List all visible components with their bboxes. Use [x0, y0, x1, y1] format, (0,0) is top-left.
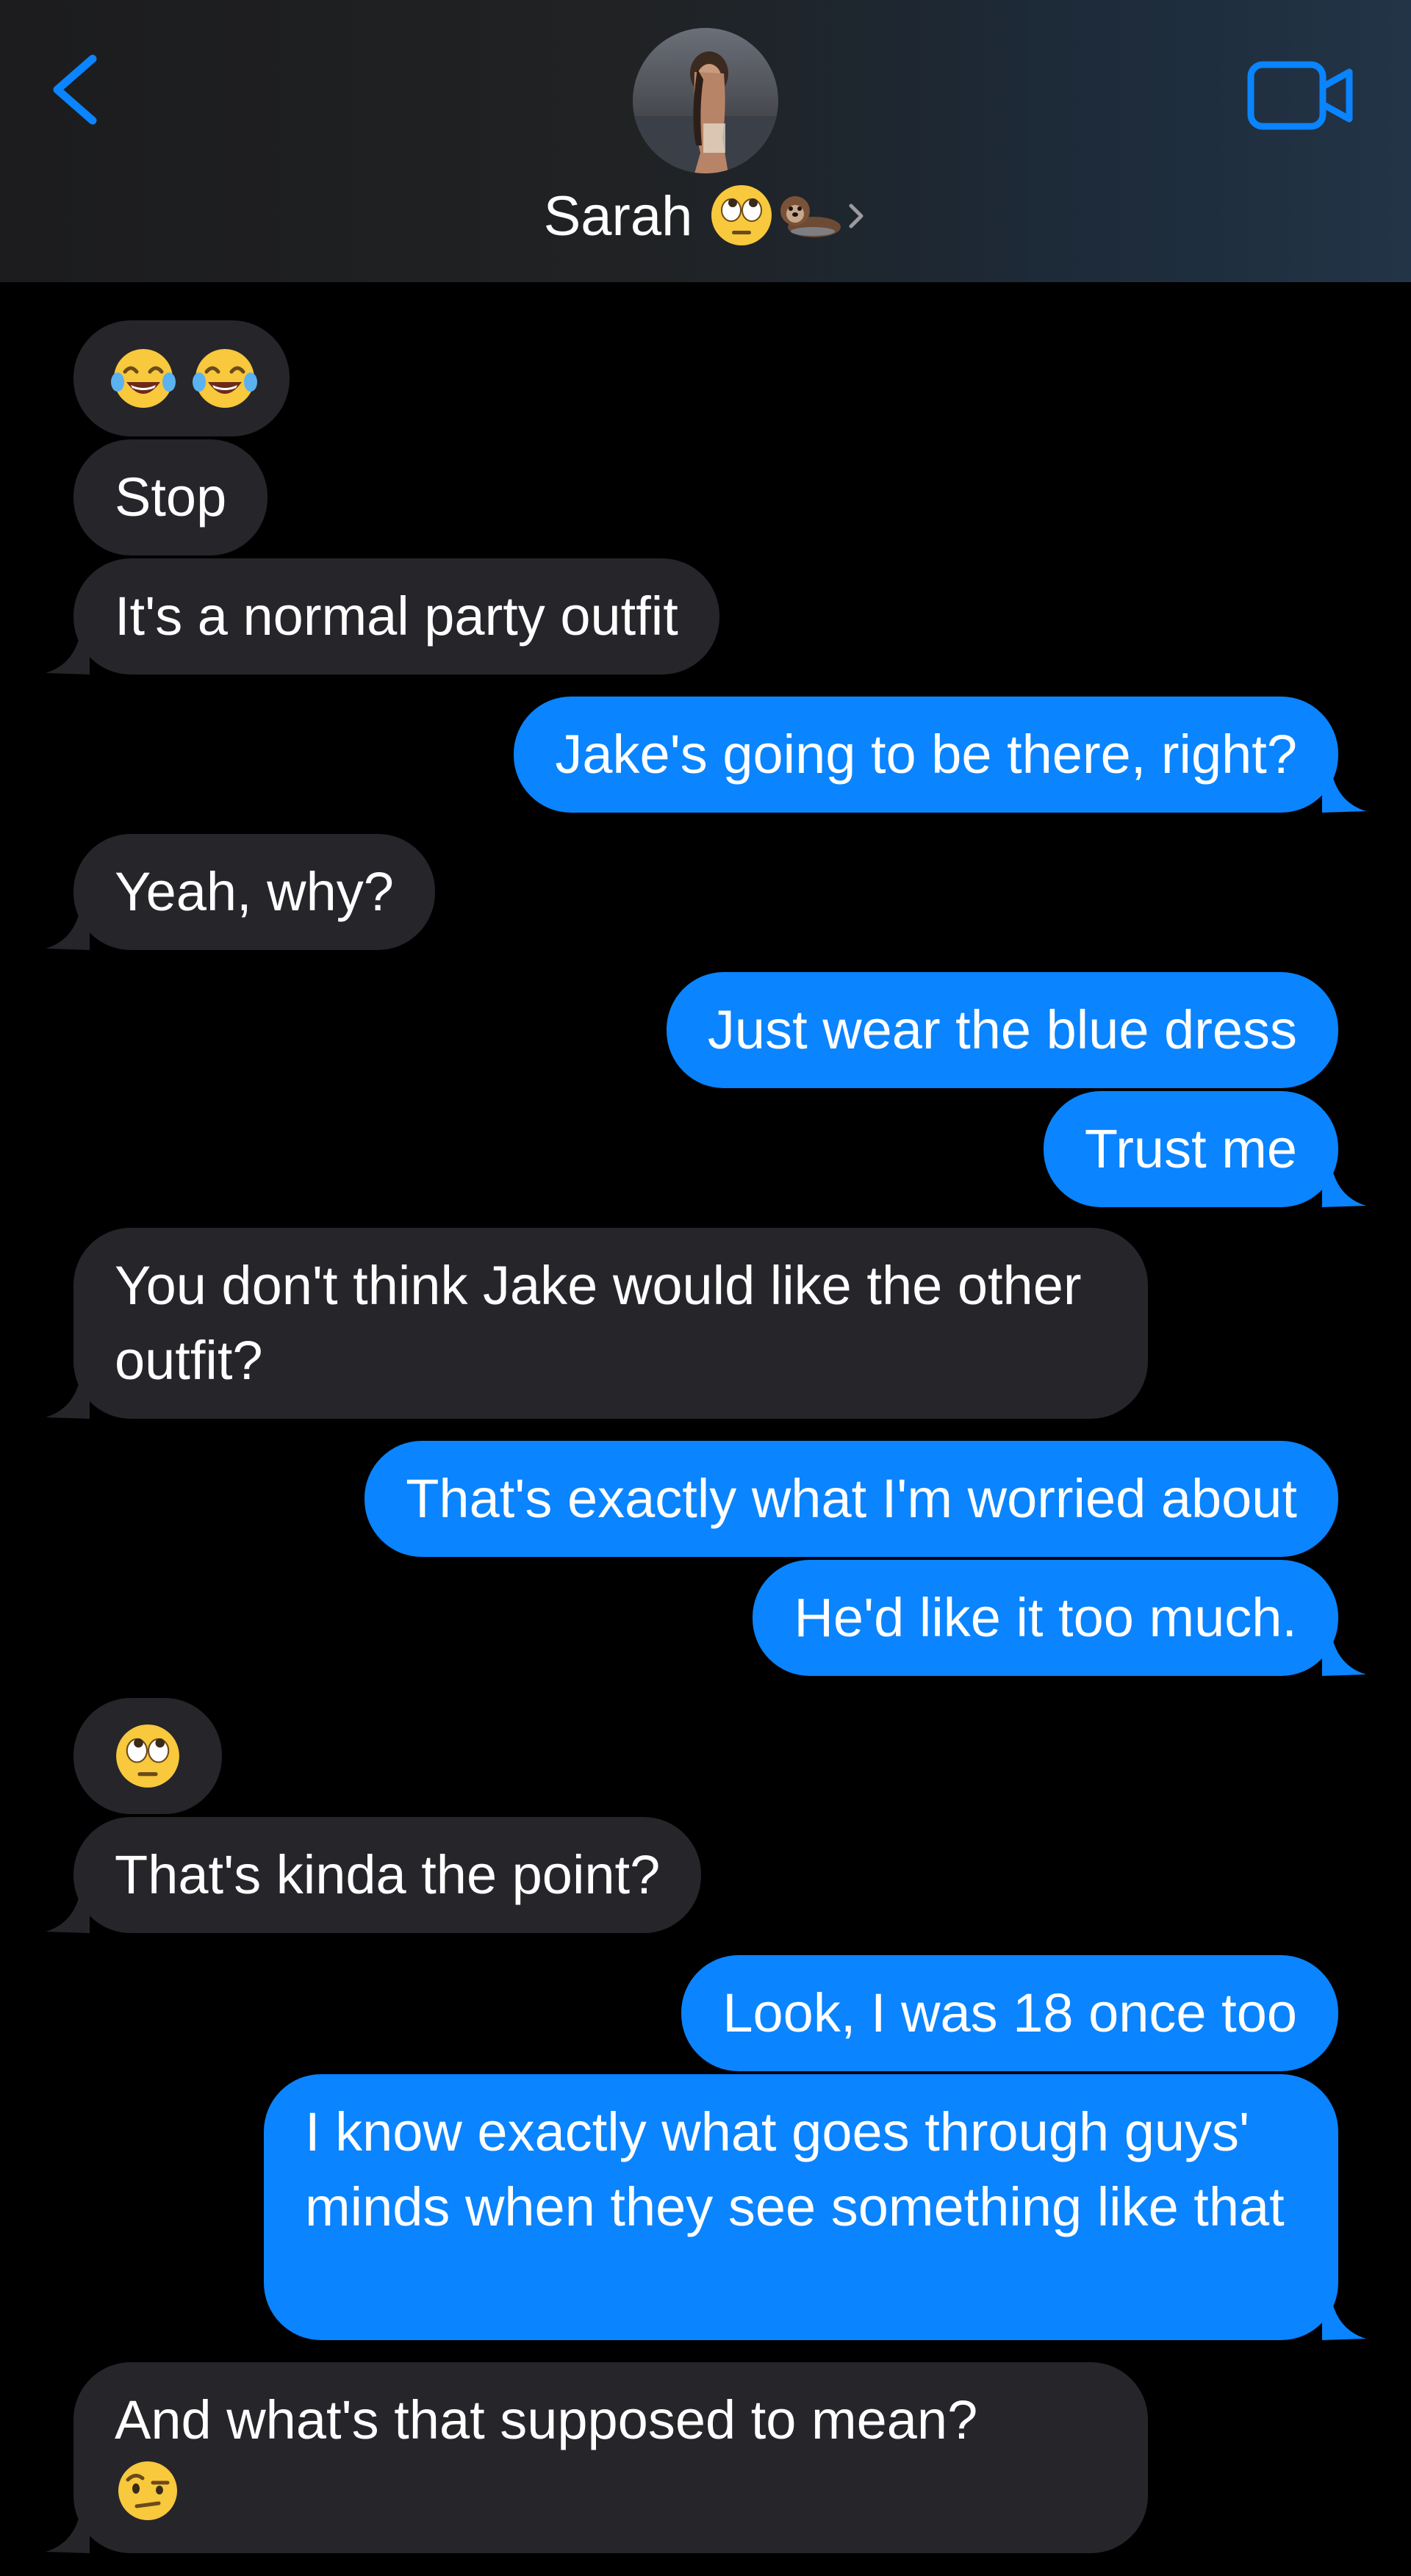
bubble-tail: [46, 1889, 90, 1933]
sent-message[interactable]: He'd like it too much.: [753, 1560, 1366, 1676]
message-text: Yeah, why?: [115, 861, 394, 922]
message-text: Stop: [115, 467, 227, 528]
video-call-button[interactable]: [1246, 59, 1357, 132]
bubble-tail: [1322, 1163, 1366, 1207]
message-text: That's kinda the point?: [115, 1844, 661, 1905]
message-text: Trust me: [1084, 1118, 1297, 1179]
message-text: I know exactly what goes through guys' m…: [305, 2101, 1285, 2237]
sent-message[interactable]: Trust me: [1043, 1091, 1366, 1207]
bubble-tail: [46, 906, 90, 950]
contact-avatar[interactable]: [633, 28, 778, 173]
message-text: He'd like it too much.: [794, 1587, 1297, 1648]
contact-name: Sarah: [543, 185, 693, 248]
conversation-header: Sarah: [0, 0, 1411, 282]
received-message[interactable]: It's a normal party outfit: [46, 558, 719, 674]
chevron-left-icon: [53, 54, 97, 125]
received-message[interactable]: That's kinda the point?: [46, 1817, 702, 1933]
avatar-photo: [633, 28, 778, 173]
raised-eyebrow-emoji: [115, 2458, 181, 2543]
bubble-tail: [46, 630, 90, 674]
bubble-tail: [46, 1375, 90, 1419]
received-message[interactable]: [73, 320, 290, 436]
received-message[interactable]: And what's that supposed to mean?: [46, 2362, 1148, 2553]
tears-of-joy-emoji: [110, 345, 176, 431]
eye-roll-emoji: [710, 184, 773, 251]
message-text: And what's that supposed to mean?: [115, 2389, 978, 2450]
sent-message[interactable]: Jake's going to be there, right?: [514, 697, 1366, 813]
message-text: Jake's going to be there, right?: [555, 724, 1297, 785]
received-message[interactable]: Yeah, why?: [46, 834, 435, 950]
chevron-right-icon: [845, 197, 867, 237]
back-button[interactable]: [41, 44, 107, 132]
sent-message[interactable]: Just wear the blue dress: [666, 972, 1338, 1088]
received-message[interactable]: [73, 1698, 222, 1814]
otter-emoji: [776, 186, 842, 248]
video-camera-icon: [1247, 61, 1353, 130]
eye-roll-emoji: [115, 1723, 181, 1808]
message-text: That's exactly what I'm worried about: [406, 1468, 1297, 1529]
sent-message[interactable]: Look, I was 18 once too: [681, 1955, 1338, 2071]
message-text: Just wear the blue dress: [707, 999, 1297, 1060]
tears-of-joy-emoji: [192, 345, 258, 431]
message-text: It's a normal party outfit: [115, 586, 678, 647]
bubble-tail: [1322, 769, 1366, 813]
contact-name-row[interactable]: Sarah: [0, 176, 1411, 257]
received-message[interactable]: Stop: [73, 439, 268, 555]
bubble-tail: [1322, 2296, 1366, 2340]
sent-message[interactable]: I know exactly what goes through guys' m…: [264, 2074, 1366, 2340]
bubble-tail: [46, 2509, 90, 2553]
message-text: Look, I was 18 once too: [722, 1982, 1297, 2043]
bubble-tail: [1322, 1632, 1366, 1676]
message-text: You don't think Jake would like the othe…: [115, 1255, 1082, 1391]
received-message[interactable]: You don't think Jake would like the othe…: [46, 1228, 1148, 1419]
sent-message[interactable]: That's exactly what I'm worried about: [365, 1441, 1338, 1557]
